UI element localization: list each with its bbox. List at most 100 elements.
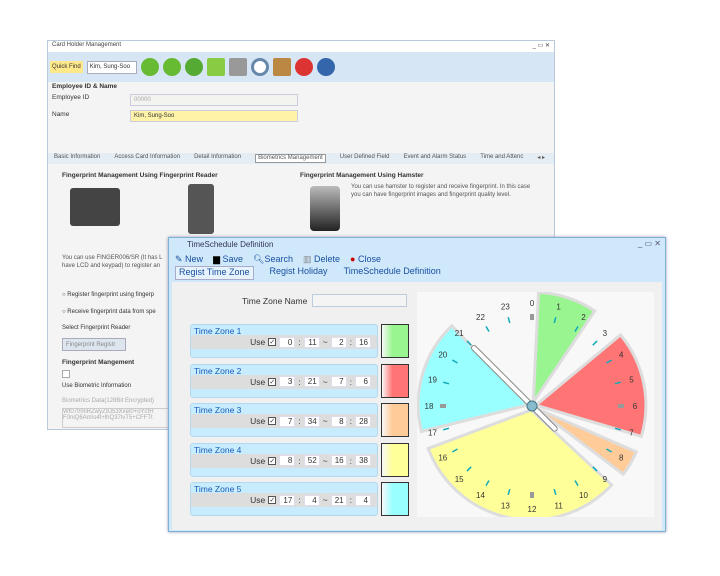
name-field[interactable]: Kim, Sung-Soo bbox=[130, 110, 298, 122]
hour-label: 18 bbox=[425, 402, 434, 411]
end-hour[interactable]: 21 bbox=[330, 494, 347, 506]
tab-bar: Regist Time Zone Regist Holiday TimeSche… bbox=[169, 266, 665, 280]
employee-id-field[interactable]: 00000 bbox=[130, 94, 298, 106]
prev-icon[interactable] bbox=[140, 58, 159, 76]
save-icon: ▆ bbox=[213, 254, 220, 264]
start-minute[interactable]: 52 bbox=[303, 455, 320, 466]
radio-receive[interactable]: ○ Receive fingerprint data from spe bbox=[62, 309, 156, 315]
time-zone-3: Time Zone 3 Use ✓ 7: 34 ~ 8: 28 bbox=[190, 403, 378, 437]
color-swatch[interactable] bbox=[381, 324, 409, 358]
start-hour[interactable]: 8 bbox=[279, 455, 296, 466]
save-button[interactable]: ▆ Save bbox=[213, 254, 243, 264]
window-controls[interactable]: _ ▭ ✕ bbox=[533, 42, 550, 51]
save-icon[interactable] bbox=[206, 58, 225, 76]
hour-label: 1 bbox=[556, 303, 561, 312]
timeschedule-window: TimeSchedule Definition _ ▭ ✕ ✎ New ▆ Sav… bbox=[168, 237, 666, 532]
time-zone-clock: 0 1234567891011121314151617181920212223 bbox=[417, 292, 654, 517]
start-hour[interactable]: 7 bbox=[279, 415, 296, 427]
end-hour[interactable]: 2 bbox=[330, 336, 347, 348]
color-swatch[interactable] bbox=[381, 442, 409, 477]
use-checkbox[interactable]: ✓ bbox=[268, 496, 277, 504]
radio-register-label: Register fingerprint using fingerp bbox=[67, 292, 155, 298]
fingerprint-register-button[interactable]: Fingerprint Registr bbox=[62, 338, 126, 351]
start-hour[interactable]: 17 bbox=[279, 494, 296, 506]
bio-data-field[interactable]: Wt07f/miRZwyZ9J53Xxel0+oYcfH F0niQ6Am\s4… bbox=[62, 408, 172, 428]
end-minute[interactable]: 16 bbox=[355, 336, 371, 348]
hour-label: 11 bbox=[555, 501, 564, 510]
close-button[interactable]: ● Close bbox=[350, 254, 381, 264]
add-icon[interactable] bbox=[184, 58, 203, 76]
time-zone-panel: Time Zone Name Time Zone 1 Use ✓ 0: 11 ~ … bbox=[172, 282, 662, 530]
start-minute[interactable]: 21 bbox=[303, 376, 320, 387]
time-zone-row: Use ✓ 0: 11 ~ 2: 16 bbox=[191, 335, 377, 349]
tab-time-attendance[interactable]: Time and Attenc bbox=[480, 154, 523, 163]
tab-access-card[interactable]: Access Card Information bbox=[114, 154, 180, 163]
title-bar: TimeSchedule Definition _ ▭ ✕ bbox=[169, 238, 665, 252]
time-zone-row: Use ✓ 8: 52 ~ 16: 38 bbox=[191, 453, 377, 468]
next-icon[interactable] bbox=[162, 58, 181, 76]
end-hour[interactable]: 16 bbox=[330, 455, 347, 466]
calendar-icon[interactable] bbox=[272, 58, 291, 76]
close-icon[interactable] bbox=[294, 58, 313, 76]
color-swatch[interactable] bbox=[381, 403, 409, 437]
toolbar: ✎ New ▆ Save 🔍︎Search ▥ Delete ● Close bbox=[169, 252, 665, 266]
tab-detail[interactable]: Detail Information bbox=[194, 154, 241, 163]
tab-biometrics[interactable]: Biometrics Management bbox=[255, 154, 326, 163]
tab-basic[interactable]: Basic Information bbox=[54, 154, 100, 163]
new-button[interactable]: ✎ New bbox=[175, 254, 203, 264]
tab-scroll-arrows[interactable]: ◂ ▸ bbox=[537, 154, 545, 163]
hamster-title: Fingerprint Management Using Hamster bbox=[300, 172, 424, 179]
end-hour[interactable]: 7 bbox=[330, 376, 347, 387]
tab-event-alarm[interactable]: Event and Alarm Status bbox=[403, 154, 466, 163]
end-minute[interactable]: 6 bbox=[355, 376, 371, 387]
hour-label: 23 bbox=[501, 303, 510, 312]
time-zone-4: Time Zone 4 Use ✓ 8: 52 ~ 16: 38 bbox=[190, 442, 378, 477]
time-zone-row: Use ✓ 17: 4 ~ 21: 4 bbox=[191, 493, 377, 507]
hour-label: 9 bbox=[603, 475, 608, 484]
hour-label: 7 bbox=[629, 429, 634, 438]
tz-name-label: Time Zone Name bbox=[242, 296, 308, 306]
use-bio-label: Use Biometric Information bbox=[62, 383, 132, 389]
start-minute[interactable]: 4 bbox=[303, 494, 320, 506]
window-controls[interactable]: _ ▭ ✕ bbox=[638, 239, 661, 248]
tab-regist-holiday[interactable]: Regist Holiday bbox=[270, 266, 328, 280]
hour-label: 5 bbox=[629, 375, 634, 384]
end-hour[interactable]: 8 bbox=[330, 415, 347, 427]
fp-reader-title: Fingerprint Management Using Fingerprint… bbox=[62, 172, 218, 179]
use-checkbox[interactable]: ✓ bbox=[268, 338, 277, 346]
color-swatch[interactable] bbox=[381, 363, 409, 398]
hour-label: 10 bbox=[579, 491, 588, 500]
end-minute[interactable]: 28 bbox=[355, 415, 371, 427]
hour-label: 12 bbox=[528, 505, 537, 514]
quick-find-combo[interactable]: Kim, Sung-Soo bbox=[86, 60, 137, 74]
delete-button[interactable]: ▥ Delete bbox=[303, 254, 340, 264]
tab-timeschedule-definition[interactable]: TimeSchedule Definition bbox=[344, 266, 441, 280]
tz-name-input[interactable] bbox=[312, 294, 407, 307]
window-title: Card Holder Management bbox=[52, 42, 122, 48]
hamster-image bbox=[310, 186, 340, 231]
use-bio-checkbox[interactable] bbox=[62, 370, 70, 378]
use-checkbox[interactable]: ✓ bbox=[268, 417, 277, 425]
trash-icon[interactable] bbox=[228, 58, 247, 76]
hour-label: 22 bbox=[476, 313, 485, 322]
use-checkbox[interactable]: ✓ bbox=[268, 456, 277, 465]
help-icon[interactable] bbox=[316, 58, 335, 76]
start-minute[interactable]: 11 bbox=[303, 336, 320, 348]
color-swatch[interactable] bbox=[381, 482, 409, 516]
search-icon[interactable] bbox=[250, 58, 269, 76]
end-minute[interactable]: 4 bbox=[355, 494, 371, 506]
search-button[interactable]: 🔍︎Search bbox=[253, 254, 293, 264]
close-label: Close bbox=[357, 254, 381, 264]
start-hour[interactable]: 3 bbox=[279, 376, 296, 387]
radio-register[interactable]: ○ Register fingerprint using fingerp bbox=[62, 292, 154, 298]
use-label: Use bbox=[250, 376, 266, 387]
tab-regist-time-zone[interactable]: Regist Time Zone bbox=[175, 266, 254, 280]
select-reader-label: Select Fingerprint Reader bbox=[62, 325, 131, 331]
start-hour[interactable]: 0 bbox=[279, 336, 296, 348]
fingerprint-reader-image bbox=[70, 188, 120, 226]
use-checkbox[interactable]: ✓ bbox=[268, 377, 277, 386]
end-minute[interactable]: 38 bbox=[355, 455, 371, 466]
tab-user-defined[interactable]: User Defined Field bbox=[340, 154, 390, 163]
start-minute[interactable]: 34 bbox=[303, 415, 320, 427]
title-bar: Card Holder Management _ ▭ ✕ bbox=[48, 41, 554, 52]
